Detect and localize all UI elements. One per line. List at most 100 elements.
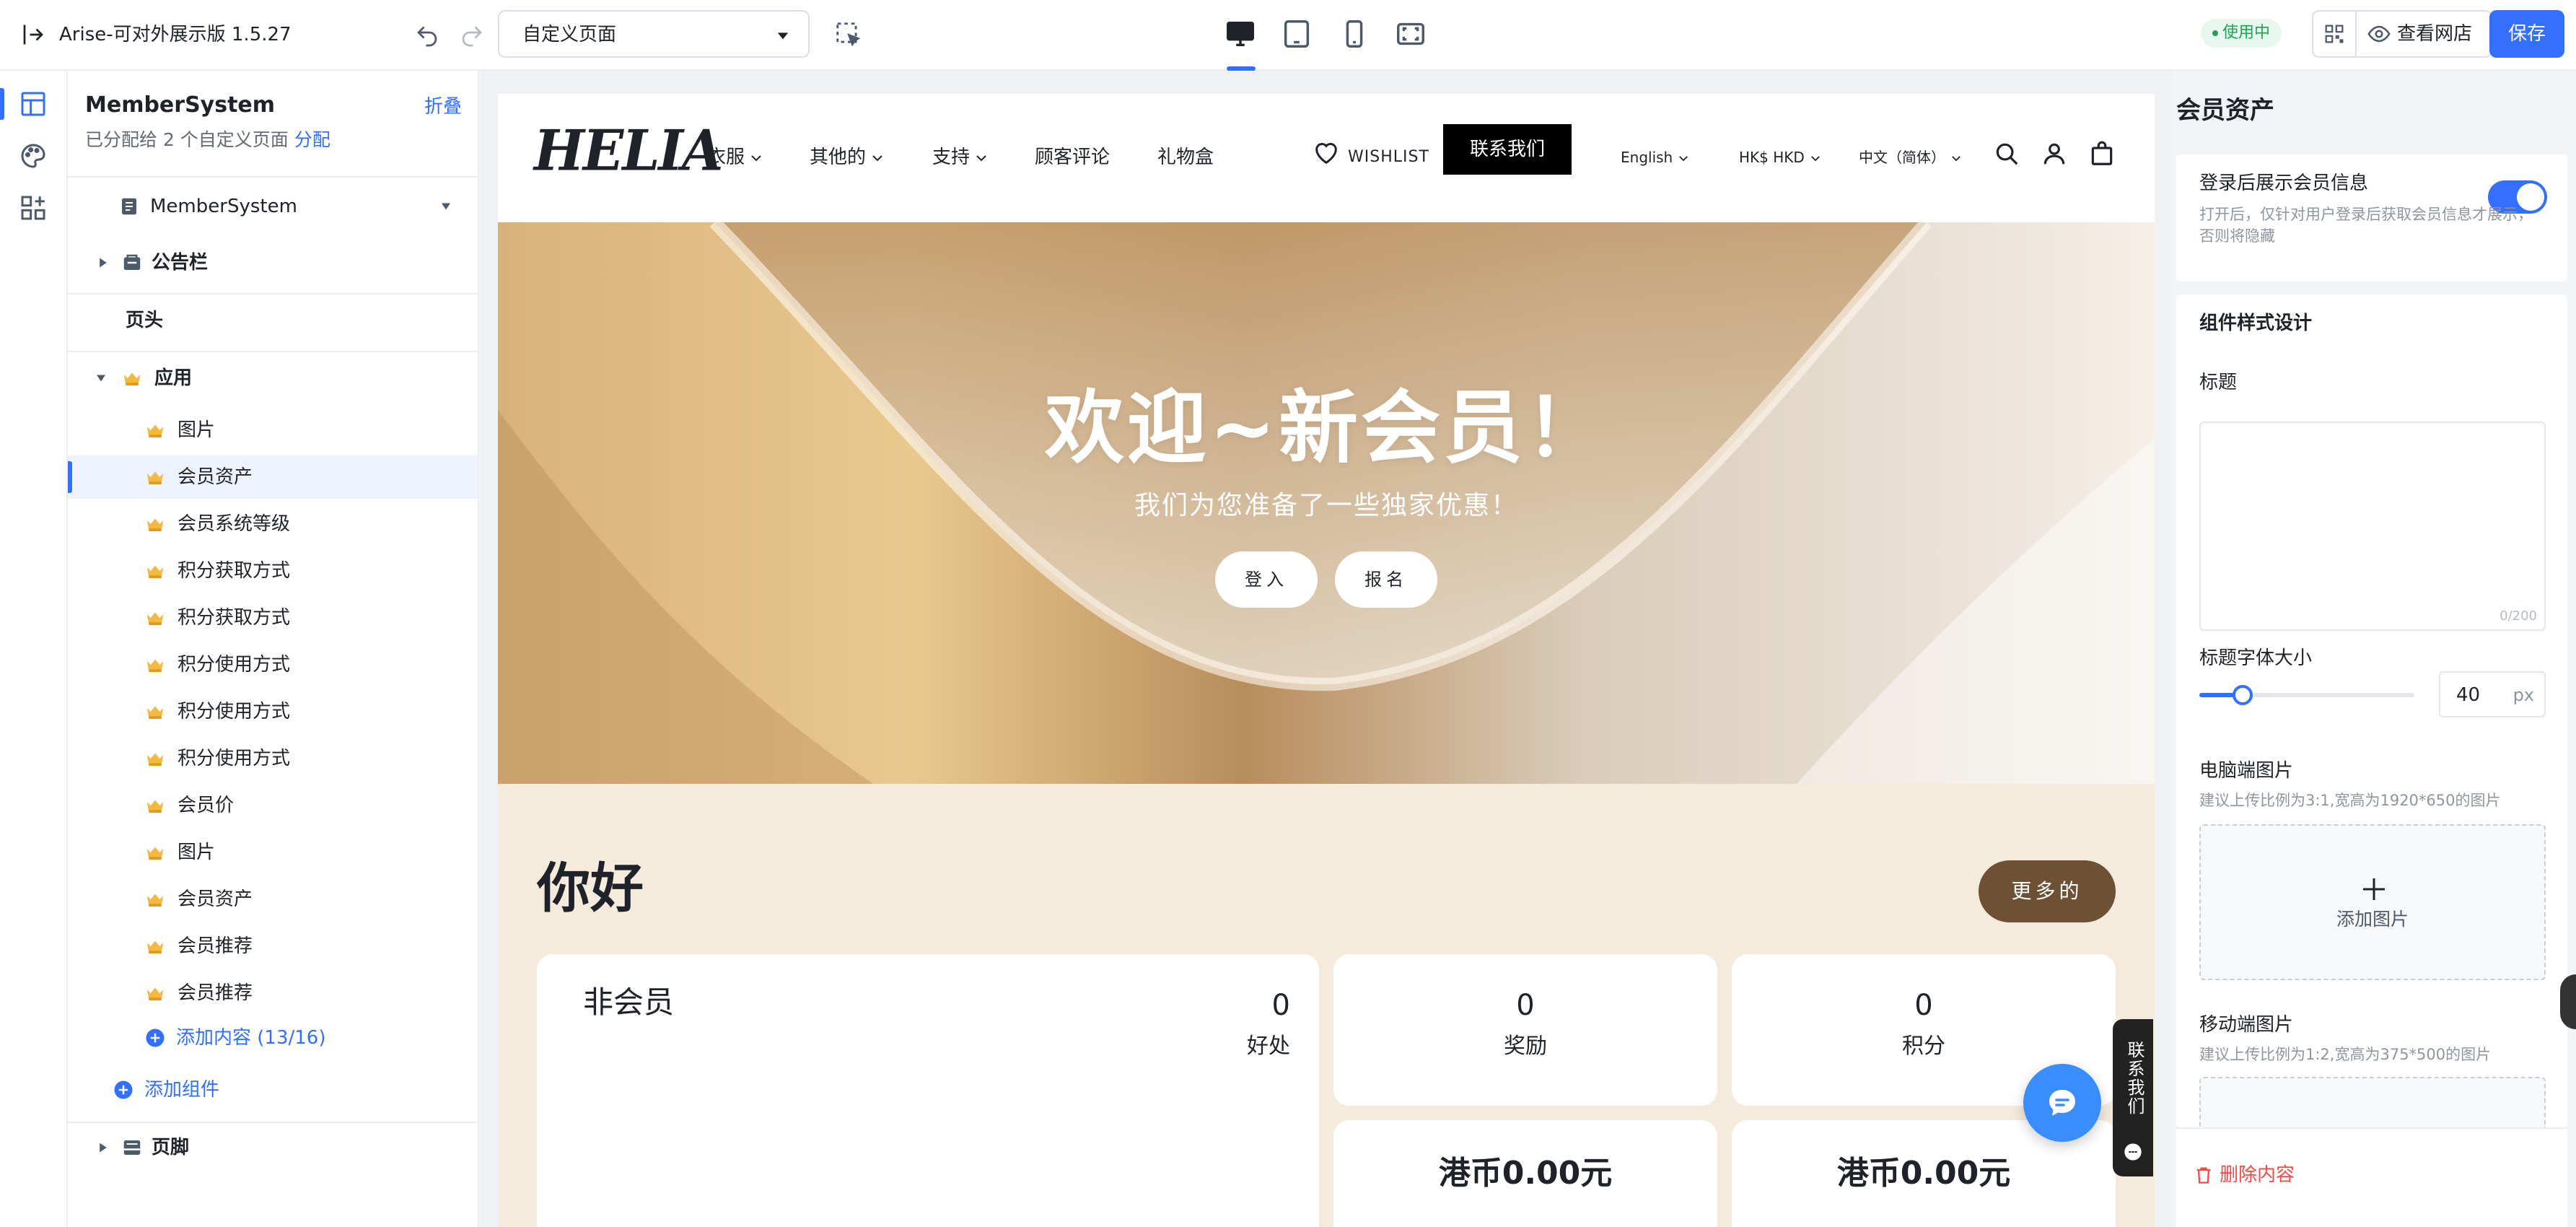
crown-icon bbox=[146, 706, 164, 719]
add-component-button[interactable]: 添加组件 bbox=[68, 1068, 478, 1112]
tree-item[interactable]: 会员推荐 bbox=[68, 971, 478, 1015]
chevron-down-icon bbox=[1810, 156, 1820, 162]
contact-button[interactable]: 联系我们 bbox=[1443, 124, 1572, 175]
tree-item[interactable]: 积分使用方式 bbox=[68, 690, 478, 733]
save-button[interactable]: 保存 bbox=[2489, 10, 2564, 58]
crown-icon bbox=[146, 940, 164, 953]
tree-item[interactable]: 会员资产 bbox=[68, 455, 478, 499]
tree-item[interactable]: 会员推荐 bbox=[68, 925, 478, 968]
tree-item[interactable]: 会员价 bbox=[68, 784, 478, 827]
tree-item-label: 图片 bbox=[178, 842, 216, 863]
bag-icon[interactable] bbox=[2088, 140, 2116, 167]
redo-icon[interactable] bbox=[459, 22, 485, 48]
qr-code-icon[interactable] bbox=[2322, 22, 2347, 46]
left-rail bbox=[0, 71, 68, 1227]
tree-title: MemberSystem bbox=[85, 92, 276, 118]
tree-item[interactable]: 会员系统等级 bbox=[68, 502, 478, 546]
slider-handle[interactable] bbox=[2232, 685, 2253, 705]
tree-item-label: 会员资产 bbox=[178, 466, 253, 488]
balance-value: 港币0.00元 bbox=[1438, 1155, 1613, 1192]
title-label: 标题 bbox=[2199, 372, 2238, 393]
template-select[interactable]: MemberSystem bbox=[68, 185, 478, 228]
tree-item-label: 积分获取方式 bbox=[178, 607, 291, 629]
tree-item[interactable]: 积分使用方式 bbox=[68, 643, 478, 686]
store-logo[interactable]: HELIA bbox=[534, 117, 723, 185]
tree-item-header[interactable]: 页头 bbox=[68, 299, 478, 342]
undo-icon[interactable] bbox=[414, 22, 440, 48]
nav-item-reviews[interactable]: 顾客评论 bbox=[1035, 144, 1110, 170]
wishlist-link[interactable]: WISHLIST bbox=[1348, 144, 1429, 170]
assign-link[interactable]: 分配 bbox=[294, 129, 330, 150]
nav-item-giftbox[interactable]: 礼物盒 bbox=[1157, 144, 1214, 170]
font-size-input[interactable]: 40 px bbox=[2439, 671, 2546, 717]
tree-item-label: 积分使用方式 bbox=[178, 748, 291, 769]
exit-icon[interactable] bbox=[20, 22, 46, 48]
user-icon[interactable] bbox=[2041, 140, 2068, 167]
tree-group-apps[interactable]: 应用 bbox=[68, 357, 478, 400]
font-size-slider[interactable] bbox=[2199, 685, 2414, 705]
element-picker-icon[interactable] bbox=[834, 20, 862, 48]
tree-item-footer[interactable]: 页脚 bbox=[68, 1126, 478, 1169]
crown-icon bbox=[123, 372, 141, 385]
palette-icon[interactable] bbox=[19, 141, 48, 170]
apps-icon[interactable] bbox=[19, 193, 48, 222]
tree-item-label: 公告栏 bbox=[152, 252, 209, 274]
login-button[interactable]: 登入 bbox=[1215, 551, 1318, 608]
locale-select[interactable]: 中文（简体） bbox=[1859, 146, 1961, 169]
divider bbox=[2355, 12, 2357, 56]
drag-handle[interactable] bbox=[2560, 974, 2576, 1029]
font-size-unit: px bbox=[2513, 685, 2534, 705]
mobile-view-icon[interactable] bbox=[1338, 17, 1371, 51]
balance-value: 港币0.00元 bbox=[1836, 1155, 2011, 1192]
chevron-down-icon bbox=[751, 154, 761, 161]
rewards-label: 奖励 bbox=[1504, 1034, 1547, 1059]
store-preview: HELIA 衣服 其他的 支持 顾客评论 礼物盒 WISHLIST 联系我们 E… bbox=[498, 94, 2155, 1227]
document-icon bbox=[122, 198, 136, 215]
pc-image-upload[interactable]: 添加图片 bbox=[2199, 824, 2546, 980]
more-button[interactable]: 更多的 bbox=[1979, 860, 2116, 922]
nav-item-other[interactable]: 其他的 bbox=[810, 144, 883, 170]
tree-item-announcement[interactable]: 公告栏 bbox=[68, 241, 478, 284]
points-label: 积分 bbox=[1902, 1034, 1945, 1059]
title-textarea[interactable]: 0/200 bbox=[2199, 422, 2546, 631]
collapse-button[interactable]: 折叠 bbox=[424, 94, 462, 120]
plus-icon bbox=[2363, 878, 2385, 900]
page-select[interactable]: 自定义页面 bbox=[498, 10, 810, 58]
crown-icon bbox=[146, 518, 164, 531]
view-store-button[interactable]: 查看网店 bbox=[2397, 20, 2472, 48]
caret-right-icon[interactable] bbox=[98, 1142, 108, 1153]
tree-item[interactable]: 积分获取方式 bbox=[68, 549, 478, 593]
signup-button[interactable]: 报名 bbox=[1335, 551, 1437, 608]
mobile-image-upload[interactable] bbox=[2199, 1077, 2546, 1127]
char-counter: 0/200 bbox=[2500, 608, 2537, 624]
hero-subtitle: 我们为您准备了一些独家优惠！ bbox=[1134, 491, 1518, 520]
member-assets-section[interactable]: 你好 更多的 非会员 0 好处 0 奖励 0 积分 港币0.00元 港币0.00… bbox=[498, 784, 2155, 1227]
tree-item[interactable]: 图片 bbox=[68, 831, 478, 874]
tree-item-label: 页头 bbox=[126, 310, 164, 331]
preview-canvas: HELIA 衣服 其他的 支持 顾客评论 礼物盒 WISHLIST 联系我们 E… bbox=[481, 71, 2173, 1227]
fullscreen-icon[interactable] bbox=[1394, 17, 1427, 51]
tree-item[interactable]: 积分使用方式 bbox=[68, 737, 478, 780]
tablet-view-icon[interactable] bbox=[1280, 17, 1313, 51]
tree-item[interactable]: 会员资产 bbox=[68, 878, 478, 921]
chat-button[interactable] bbox=[2023, 1064, 2101, 1142]
hero-title: 欢迎~新会员！ bbox=[1044, 382, 1608, 474]
chevron-down-icon bbox=[1679, 156, 1688, 162]
layout-icon[interactable] bbox=[19, 89, 48, 118]
caret-right-icon[interactable] bbox=[98, 257, 108, 268]
caret-down-icon[interactable] bbox=[95, 374, 107, 383]
desktop-view-icon[interactable] bbox=[1224, 17, 1257, 51]
heart-icon[interactable] bbox=[1312, 139, 1341, 167]
delete-content-button[interactable]: 删除内容 bbox=[2220, 1162, 2295, 1188]
tree-item[interactable]: 积分获取方式 bbox=[68, 596, 478, 639]
contact-side-tab[interactable]: 联系我们 bbox=[2113, 1019, 2153, 1176]
language-select[interactable]: English bbox=[1621, 146, 1688, 169]
add-content-button[interactable]: 添加内容 (13/16) bbox=[68, 1016, 478, 1060]
nav-item-clothes[interactable]: 衣服 bbox=[707, 144, 762, 170]
page-select-value: 自定义页面 bbox=[522, 24, 617, 45]
currency-select[interactable]: HK$ HKD bbox=[1739, 146, 1821, 169]
nav-item-support[interactable]: 支持 bbox=[932, 144, 987, 170]
login-visibility-card: 登录后展示会员信息 打开后，仅针对用户登录后获取会员信息才展示，否则将隐藏 bbox=[2176, 154, 2567, 281]
tree-item[interactable]: 图片 bbox=[68, 409, 478, 452]
search-icon[interactable] bbox=[1993, 140, 2020, 167]
